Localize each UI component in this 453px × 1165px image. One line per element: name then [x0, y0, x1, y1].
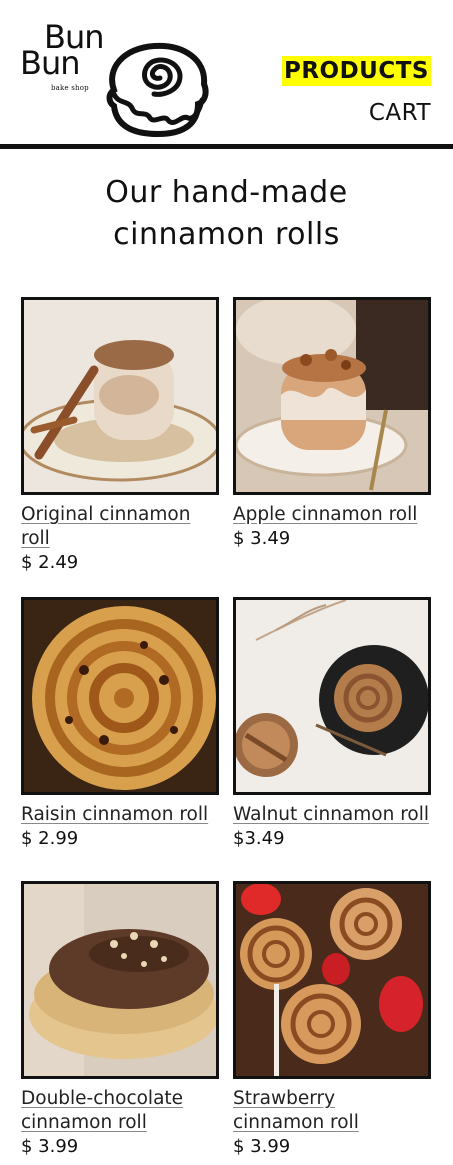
product-price: $ 2.99 [21, 828, 79, 849]
nav-products-link[interactable]: PRODUCTS [281, 56, 431, 86]
page-title: Our hand-made cinnamon rolls [0, 172, 453, 256]
product-card: Apple cinnamon roll $ 3.49 [233, 297, 431, 551]
original-roll-image[interactable] [21, 297, 219, 495]
strawberry-roll-image[interactable] [233, 881, 431, 1079]
main-nav: PRODUCTS CART [281, 56, 431, 128]
product-card: Walnut cinnamon roll $3.49 [233, 597, 431, 851]
product-name[interactable]: Raisin cinnamon roll [21, 803, 219, 827]
site-header: Bun Bun bake shop PRODUCTS CART [0, 0, 453, 150]
product-price: $ 3.99 [21, 1136, 79, 1157]
raisin-roll-image[interactable] [21, 597, 219, 795]
cinnamon-bun-icon [106, 42, 209, 138]
product-price: $ 2.49 [21, 552, 79, 573]
product-price: $ 3.99 [233, 1136, 291, 1157]
product-card: Strawberry cinnamon roll $ 3.99 [233, 881, 431, 1159]
product-name[interactable]: Walnut cinnamon roll [233, 803, 431, 827]
product-price: $ 3.49 [233, 528, 291, 549]
logo-wordmark: Bun Bun [20, 21, 105, 79]
walnut-roll-image[interactable] [233, 597, 431, 795]
product-card: Original cinnamon roll $ 2.49 [21, 297, 219, 575]
logo[interactable]: Bun Bun bake shop [20, 21, 220, 144]
double-chocolate-roll-image[interactable] [21, 881, 219, 1079]
product-card: Raisin cinnamon roll $ 2.99 [21, 597, 219, 851]
header-divider [0, 144, 453, 149]
logo-subtitle: bake shop [51, 84, 89, 92]
product-name[interactable]: Double-chocolate cinnamon roll [21, 1087, 219, 1135]
page-title-line-2: cinnamon rolls [113, 217, 340, 252]
product-name[interactable]: Strawberry cinnamon roll [233, 1087, 431, 1135]
product-price: $3.49 [233, 828, 285, 849]
product-name[interactable]: Apple cinnamon roll [233, 503, 431, 527]
nav-cart-link[interactable]: CART [369, 98, 431, 128]
apple-roll-image[interactable] [233, 297, 431, 495]
product-card: Double-chocolate cinnamon roll $ 3.99 [21, 881, 219, 1159]
product-name[interactable]: Original cinnamon roll [21, 503, 219, 551]
page-title-line-1: Our hand-made [105, 175, 348, 210]
